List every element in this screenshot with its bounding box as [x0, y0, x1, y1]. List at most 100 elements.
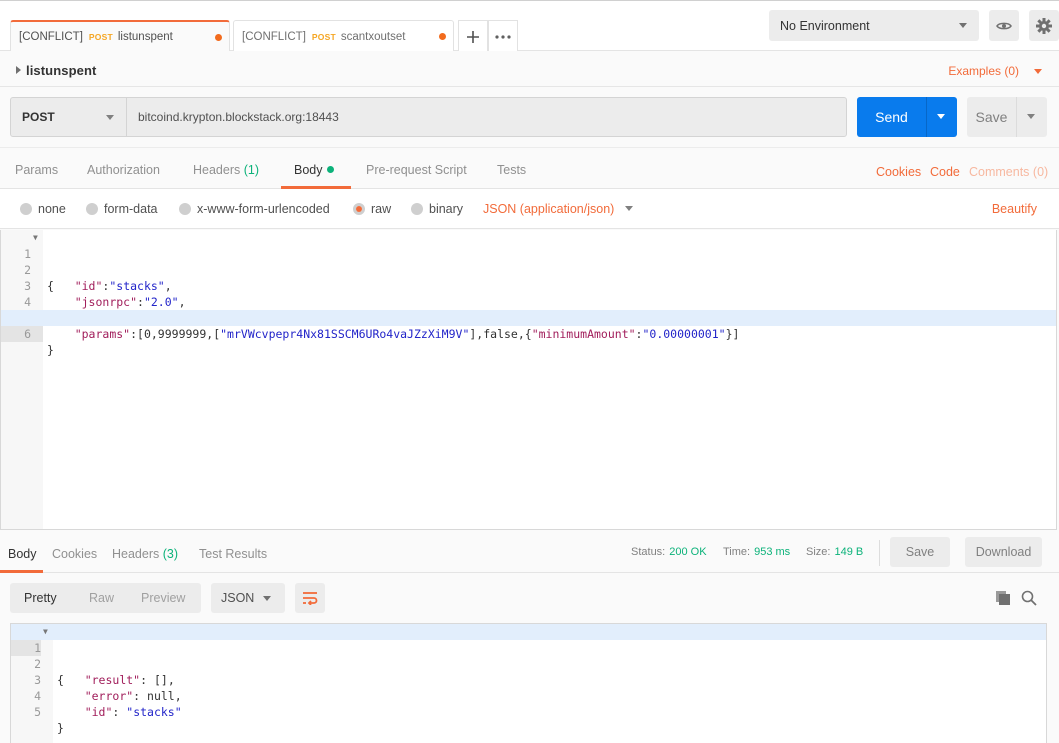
code-line: 3 "jsonrpc":"2.0", — [1, 262, 1056, 309]
radio-circle-selected[interactable] — [353, 203, 365, 215]
code-line: 2 "result": [], — [11, 640, 1046, 687]
tab-bar: [CONFLICT] POST listunspent [CONFLICT] P… — [0, 0, 1059, 52]
code-line: 4 "method":"listunspent", — [1, 278, 1056, 325]
code-line-active: 1 ▼ { — [11, 624, 1046, 687]
send-button[interactable]: Send — [857, 97, 957, 137]
response-tabs: Body Cookies Headers (3) Test Results St… — [0, 531, 1059, 573]
radio-label: binary — [429, 202, 464, 216]
tab-headers-label: Headers — [193, 163, 241, 177]
radio-label: none — [38, 202, 66, 216]
tab-tests[interactable]: Tests — [497, 163, 526, 177]
response-tab-cookies[interactable]: Cookies — [52, 547, 97, 561]
tab-method: POST — [311, 31, 336, 42]
tab-prefix: [CONFLICT] — [19, 31, 83, 43]
fold-arrow-icon[interactable]: ▼ — [33, 230, 38, 246]
method-label: POST — [22, 110, 55, 124]
radio-circle[interactable] — [20, 203, 32, 215]
cookies-link[interactable]: Cookies — [876, 165, 921, 179]
body-type-row: none form-data x-www-form-urlencoded raw… — [0, 189, 1059, 229]
expand-triangle-icon[interactable] — [16, 66, 21, 74]
radio-urlencoded[interactable]: x-www-form-urlencoded — [179, 202, 330, 216]
response-tab-test-results[interactable]: Test Results — [199, 547, 267, 561]
tab-pre-request-script[interactable]: Pre-request Script — [366, 163, 467, 177]
environment-quick-look-button[interactable] — [989, 10, 1019, 41]
tab-options-button[interactable] — [488, 20, 518, 52]
download-button[interactable]: Download — [965, 537, 1042, 567]
wrap-lines-button[interactable] — [295, 583, 325, 613]
radio-none[interactable]: none — [20, 202, 66, 216]
radio-form-data[interactable]: form-data — [86, 202, 158, 216]
send-divider — [926, 97, 927, 137]
tab-label: listunspent — [117, 31, 173, 43]
send-options-chevron-icon[interactable] — [937, 114, 945, 119]
chevron-down-icon — [263, 596, 271, 601]
tab-body-label: Body — [294, 163, 323, 177]
radio-raw[interactable]: raw — [353, 202, 391, 216]
code-line-active: 6 } — [1, 310, 1056, 357]
url-bar: POST — [10, 97, 847, 137]
chevron-down-icon[interactable] — [625, 206, 633, 211]
beautify-button[interactable]: Beautify — [992, 202, 1037, 216]
chevron-down-icon — [959, 23, 967, 28]
postman-window: [CONFLICT] POST listunspent [CONFLICT] P… — [0, 0, 1059, 743]
tab-body[interactable]: Body — [294, 163, 334, 177]
plus-icon — [467, 30, 479, 43]
response-tab-headers[interactable]: Headers (3) — [112, 547, 178, 561]
request-name-row: listunspent Examples (0) — [0, 51, 1059, 87]
line-number: 6 — [1, 326, 43, 342]
request-tab-listunspent[interactable]: [CONFLICT] POST listunspent — [10, 20, 230, 52]
tab-headers[interactable]: Headers (1) — [193, 163, 259, 177]
response-headers-label: Headers — [112, 547, 160, 561]
code-link[interactable]: Code — [930, 165, 960, 179]
radio-label: raw — [371, 202, 392, 216]
chevron-down-icon — [106, 115, 114, 120]
send-label: Send — [875, 109, 908, 125]
response-format-select[interactable]: JSON — [211, 583, 285, 613]
request-body-editor[interactable]: 1 ▼ { 2 "id":"stacks", 3 "jsonrpc":"2.0"… — [0, 230, 1057, 530]
response-tab-body[interactable]: Body — [8, 547, 37, 561]
save-response-button[interactable]: Save — [890, 537, 950, 567]
view-pretty[interactable]: Pretty — [24, 591, 57, 605]
body-active-dot-icon — [326, 166, 334, 173]
settings-button[interactable] — [1029, 10, 1059, 41]
time-readout: Time: 953 ms — [723, 546, 791, 558]
request-name[interactable]: listunspent — [26, 63, 96, 78]
save-label: Save — [975, 109, 1008, 125]
search-icon[interactable] — [1021, 590, 1037, 606]
request-tab-scantxoutset[interactable]: [CONFLICT] POST scantxoutset — [233, 20, 454, 52]
tab-params[interactable]: Params — [15, 163, 58, 177]
chevron-down-icon — [1034, 69, 1042, 74]
tab-method: POST — [88, 32, 113, 42]
new-tab-button[interactable] — [458, 20, 488, 52]
save-button[interactable]: Save — [967, 97, 1047, 137]
code-text: } — [47, 343, 54, 357]
view-mode-segmented: Pretty Raw Preview — [10, 583, 201, 613]
examples-dropdown[interactable]: Examples (0) — [948, 64, 1019, 78]
comments-link[interactable]: Comments (0) — [969, 165, 1048, 179]
view-raw[interactable]: Raw — [89, 591, 114, 605]
content-type-select[interactable]: JSON (application/json) — [483, 202, 614, 216]
radio-binary[interactable]: binary — [411, 202, 463, 216]
fold-arrow-icon[interactable]: ▼ — [43, 624, 48, 640]
size-value: 149 B — [834, 546, 864, 558]
view-preview[interactable]: Preview — [141, 591, 185, 605]
status-readout: Status: 200 OK — [631, 546, 707, 558]
copy-icon[interactable] — [995, 590, 1011, 606]
save-options-chevron-icon[interactable] — [1027, 114, 1035, 119]
unsaved-dot-icon — [439, 33, 446, 40]
divider — [879, 540, 880, 566]
tab-authorization[interactable]: Authorization — [87, 163, 160, 177]
method-select[interactable]: POST — [11, 98, 127, 136]
radio-circle[interactable] — [179, 203, 191, 215]
code-line: 1 ▼ { — [1, 230, 1056, 293]
tab-label: scantxoutset — [340, 30, 406, 43]
response-body-viewer[interactable]: 1 ▼ { 2 "result": [], 3 "error": null, 4… — [10, 623, 1047, 743]
response-view-row: Pretty Raw Preview JSON — [0, 573, 1059, 623]
code-line: 3 "error": null, — [11, 656, 1046, 703]
size-readout: Size: 149 B — [806, 546, 864, 558]
headers-count: (1) — [243, 163, 260, 177]
url-input[interactable] — [128, 98, 846, 136]
environment-select[interactable]: No Environment — [769, 10, 979, 41]
radio-circle[interactable] — [86, 203, 98, 215]
radio-circle[interactable] — [411, 203, 423, 215]
